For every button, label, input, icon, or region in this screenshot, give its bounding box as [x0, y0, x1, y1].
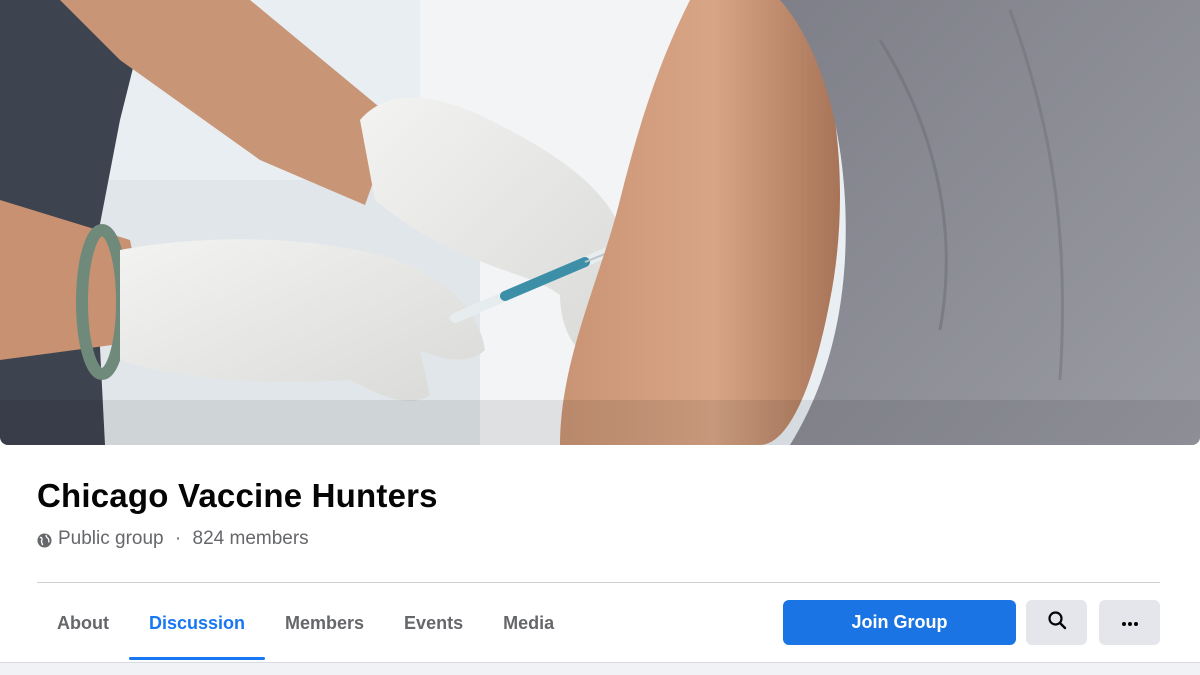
tab-discussion[interactable]: Discussion	[128, 588, 266, 660]
privacy-label[interactable]: Public group	[58, 528, 164, 550]
more-horizontal-icon	[1120, 614, 1140, 632]
group-meta: Public group · 824 members	[37, 527, 309, 551]
search-button[interactable]	[1026, 600, 1087, 645]
group-tabs: About Discussion Members Events Media	[37, 588, 574, 662]
header-divider	[37, 582, 1160, 583]
search-icon	[1047, 610, 1067, 635]
member-count[interactable]: 824 members	[193, 528, 309, 550]
globe-icon	[37, 532, 52, 548]
cover-photo	[0, 0, 1200, 445]
tab-events[interactable]: Events	[384, 588, 483, 658]
group-name[interactable]: Chicago Vaccine Hunters	[37, 477, 438, 515]
meta-separator: ·	[169, 528, 187, 549]
feed-background	[0, 662, 1200, 675]
join-group-button[interactable]: Join Group	[783, 600, 1016, 645]
more-options-button[interactable]	[1099, 600, 1160, 645]
tab-members[interactable]: Members	[265, 588, 384, 658]
group-page: Chicago Vaccine Hunters Public group · 8…	[0, 0, 1200, 675]
tab-media[interactable]: Media	[483, 588, 574, 658]
tab-about[interactable]: About	[37, 588, 129, 658]
